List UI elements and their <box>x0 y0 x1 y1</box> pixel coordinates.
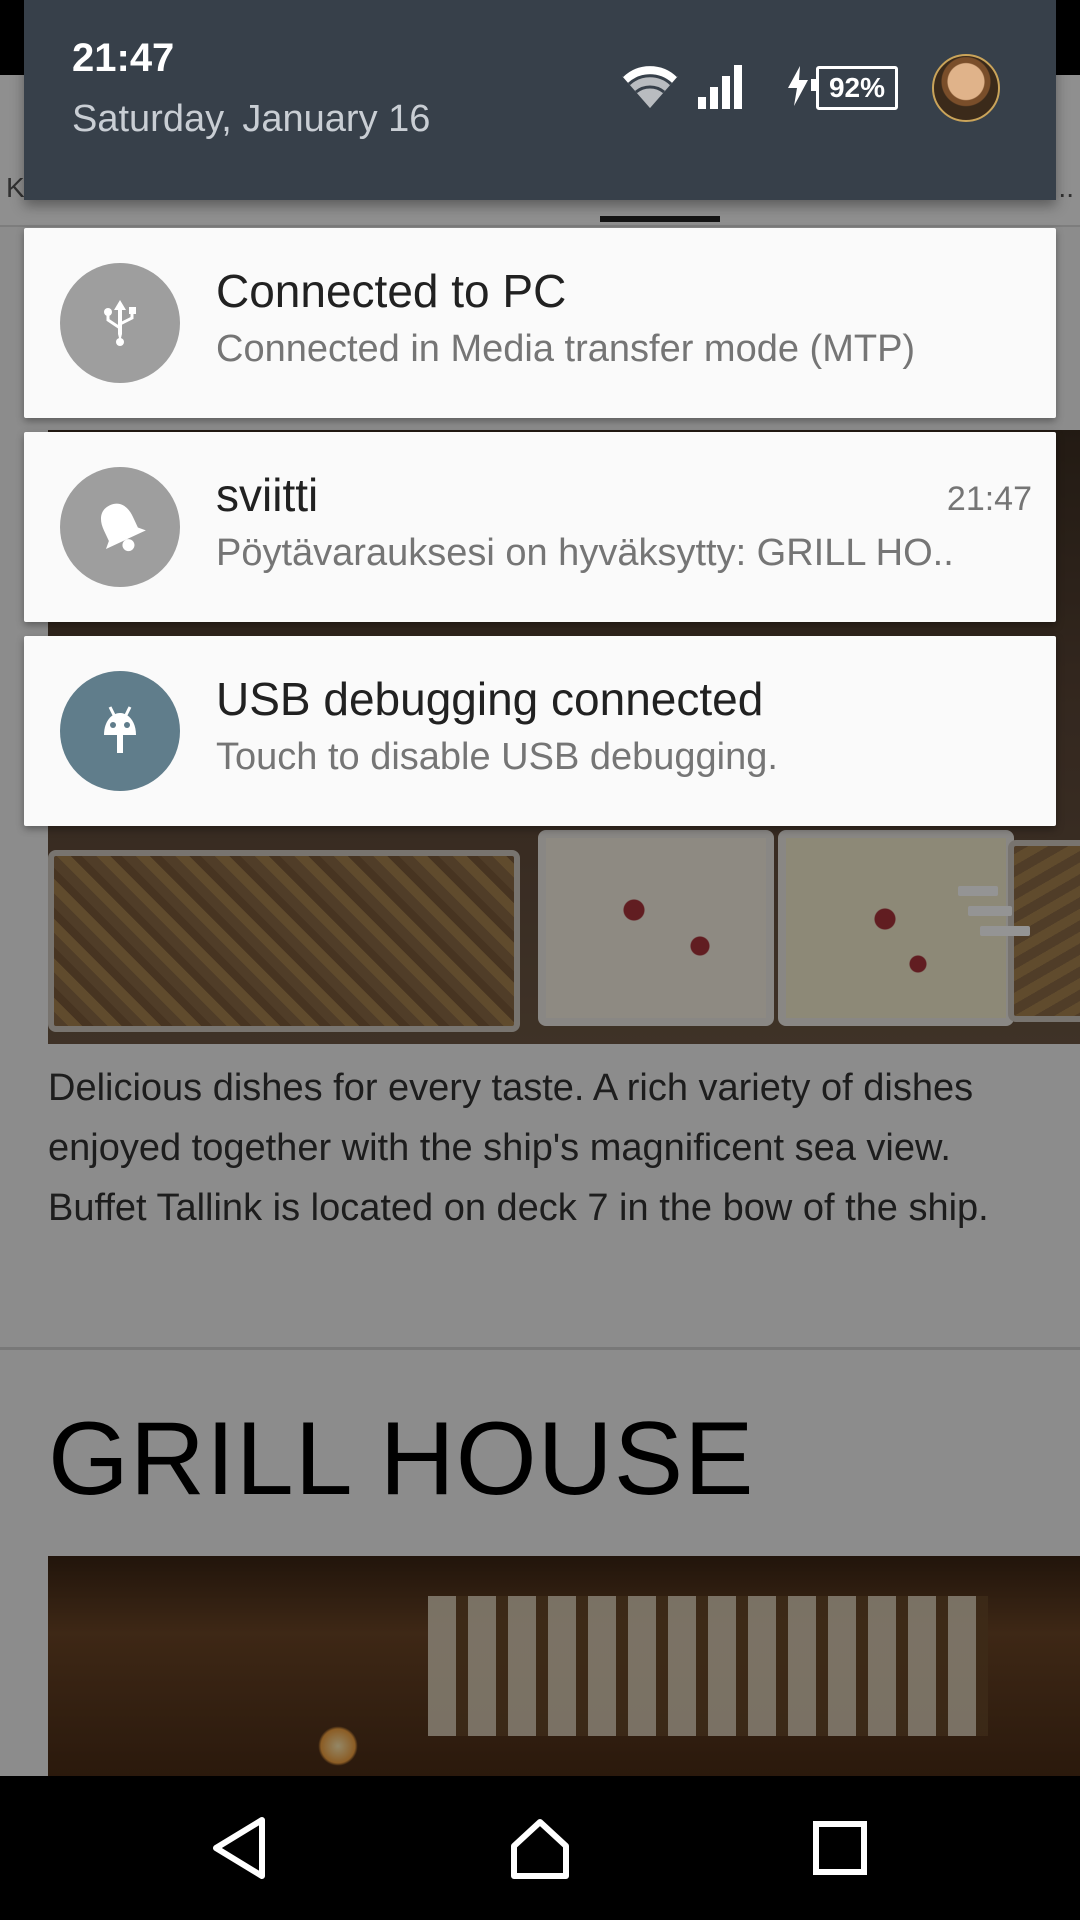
notification-title: USB debugging connected <box>216 673 764 725</box>
notification-title: Connected to PC <box>216 265 567 317</box>
notification-card[interactable]: sviitti 21:47 Pöytävarauksesi on hyväksy… <box>24 432 1056 622</box>
navigation-bar <box>0 1776 1080 1920</box>
usb-icon <box>60 263 180 383</box>
home-icon[interactable] <box>500 1808 580 1888</box>
notification-time: 21:47 <box>946 480 1032 518</box>
cell-signal-icon <box>698 63 746 114</box>
back-icon[interactable] <box>200 1808 280 1888</box>
date[interactable]: Saturday, January 16 <box>72 98 430 141</box>
android-debug-icon <box>60 671 180 791</box>
notification-card[interactable]: Connected to PC Connected in Media trans… <box>24 228 1056 418</box>
notification-card[interactable]: USB debugging connected Touch to disable… <box>24 636 1056 826</box>
recents-icon[interactable] <box>800 1808 880 1888</box>
notification-title: sviitti <box>216 469 319 521</box>
notification-shade-header[interactable]: 21:47 Saturday, January 16 92% <box>24 0 1056 200</box>
wifi-icon <box>620 62 680 115</box>
user-avatar[interactable] <box>932 54 1000 122</box>
battery-indicator: 92% <box>786 65 898 111</box>
charging-bolt-icon <box>786 65 810 111</box>
notification-text: Touch to disable USB debugging. <box>216 736 778 778</box>
clock: 21:47 <box>72 36 175 80</box>
notification-text: Connected in Media transfer mode (MTP) <box>216 328 916 370</box>
battery-percent: 92% <box>828 72 886 103</box>
battery-icon: 92% <box>811 66 898 110</box>
bell-icon <box>60 467 180 587</box>
status-icons: 92% <box>620 54 1000 122</box>
notification-text: Pöytävarauksesi on hyväksytty: GRILL HO.… <box>216 532 954 574</box>
